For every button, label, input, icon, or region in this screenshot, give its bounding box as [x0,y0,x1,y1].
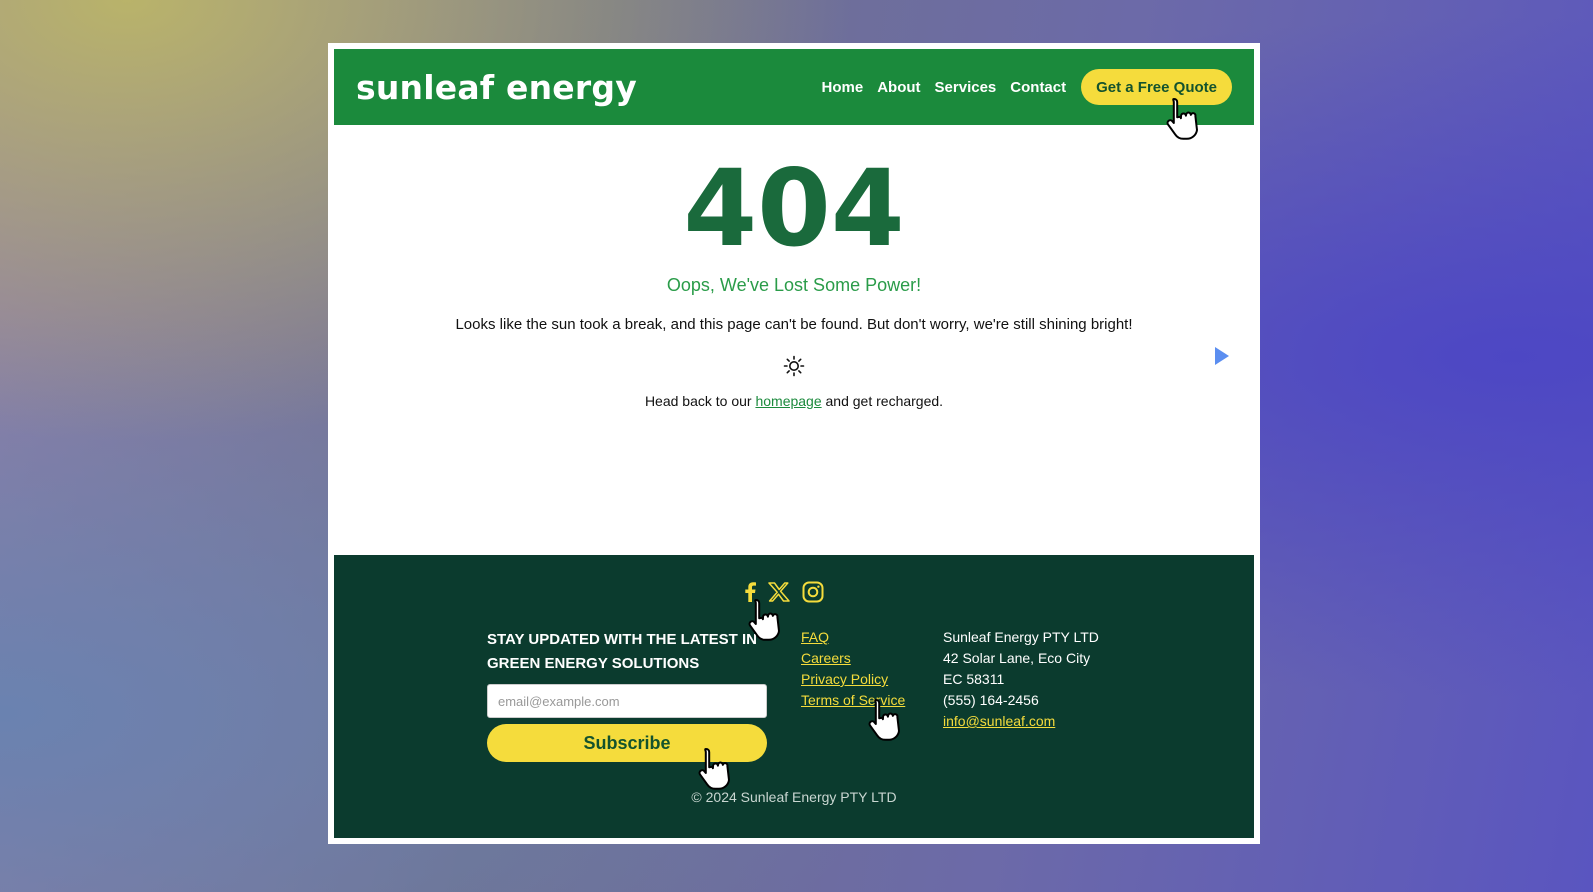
nav-home[interactable]: Home [822,79,864,96]
site-header: sunleaf energy Home About Services Conta… [334,49,1254,125]
site-footer: STAY UPDATED WITH THE LATEST IN GREEN ENE… [334,555,1254,838]
newsletter-title: STAY UPDATED WITH THE LATEST IN GREEN ENE… [487,628,767,676]
privacy-policy-link[interactable]: Privacy Policy [801,669,905,690]
error-message: Looks like the sun took a break, and thi… [455,316,1133,333]
newsletter-title-line1: STAY UPDATED WITH THE LATEST IN [487,631,758,648]
x-icon[interactable] [768,582,790,602]
instagram-icon[interactable] [802,581,824,603]
get-quote-button[interactable]: Get a Free Quote [1081,69,1232,105]
error-title: Oops, We've Lost Some Power! [666,275,922,295]
web-page: sunleaf energy Home About Services Conta… [334,49,1254,838]
footer-links: FAQ Careers Privacy Policy Terms of Serv… [801,627,905,711]
newsletter-section: STAY UPDATED WITH THE LATEST IN GREEN ENE… [487,628,767,762]
company-phone: (555) 164-2456 [943,692,1039,708]
error-content: 404 Oops, We've Lost Some Power! Looks l… [334,125,1254,555]
terms-of-service-link[interactable]: Terms of Service [801,690,905,711]
sun-icon [334,355,1254,379]
copyright: © 2024 Sunleaf Energy PTY LTD [691,789,897,805]
play-icon [1214,347,1230,370]
email-input[interactable] [487,684,767,718]
social-links [744,581,824,603]
company-address: Sunleaf Energy PTY LTD 42 Solar Lane, Ec… [943,627,1099,732]
company-name: Sunleaf Energy PTY LTD [943,629,1099,645]
newsletter-title-line2: GREEN ENERGY SOLUTIONS [487,655,700,672]
company-email-link[interactable]: info@sunleaf.com [943,713,1055,729]
company-street: 42 Solar Lane, Eco City [943,650,1091,666]
homepage-link[interactable]: homepage [755,393,821,409]
back-suffix: and get recharged. [821,393,944,409]
back-prefix: Head back to our [644,393,756,409]
nav-contact[interactable]: Contact [1010,79,1066,96]
nav-about[interactable]: About [877,79,920,96]
facebook-icon[interactable] [744,582,756,602]
back-home-text: Head back to our homepage and get rechar… [334,393,1254,409]
faq-link[interactable]: FAQ [801,627,905,648]
subscribe-button[interactable]: Subscribe [487,724,767,762]
browser-frame: sunleaf energy Home About Services Conta… [328,43,1260,844]
nav-services[interactable]: Services [935,79,997,96]
careers-link[interactable]: Careers [801,648,905,669]
company-postcode: EC 58311 [943,671,1005,687]
site-logo[interactable]: sunleaf energy [356,68,637,107]
error-code: 404 [683,147,905,270]
main-nav: Home About Services Contact Get a Free Q… [808,69,1232,105]
